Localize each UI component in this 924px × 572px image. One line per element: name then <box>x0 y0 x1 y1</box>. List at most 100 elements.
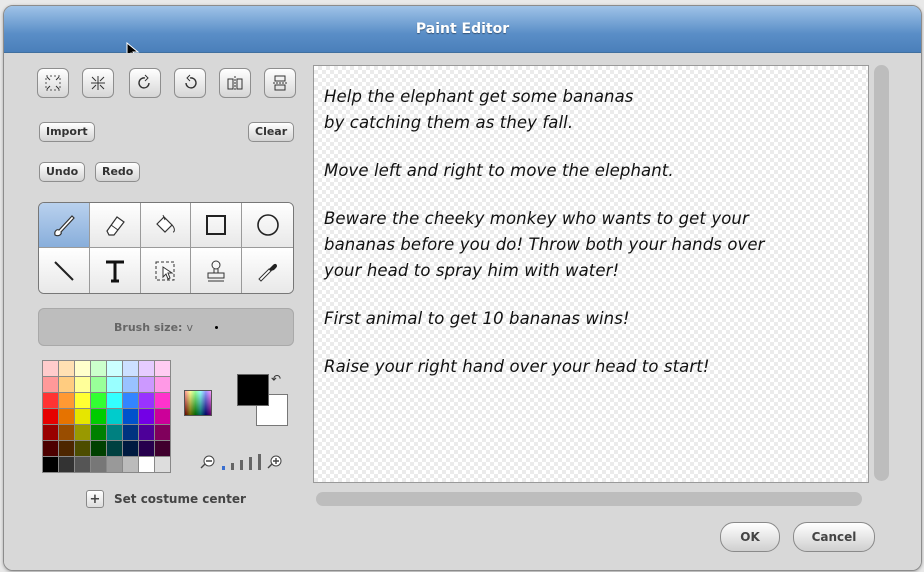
select-icon <box>155 261 175 280</box>
palette-swatch[interactable] <box>43 377 58 392</box>
zoom-level-bar[interactable] <box>231 463 234 470</box>
plus-icon[interactable]: + <box>86 490 104 508</box>
palette-swatch[interactable] <box>59 441 74 456</box>
palette-swatch[interactable] <box>155 457 170 472</box>
tool-line[interactable] <box>39 248 90 293</box>
palette-swatch[interactable] <box>139 457 154 472</box>
palette-swatch[interactable] <box>139 377 154 392</box>
palette-swatch[interactable] <box>123 425 138 440</box>
cancel-button[interactable]: Cancel <box>793 522 875 552</box>
palette-swatch[interactable] <box>123 377 138 392</box>
palette-swatch[interactable] <box>91 361 106 376</box>
palette-swatch[interactable] <box>43 441 58 456</box>
palette-swatch[interactable] <box>91 457 106 472</box>
palette-swatch[interactable] <box>107 425 122 440</box>
color-picker-spectrum[interactable] <box>184 390 212 416</box>
tool-text[interactable] <box>89 248 141 293</box>
tool-rectangle[interactable] <box>191 203 243 248</box>
flip-vertical-button[interactable] <box>264 68 296 98</box>
palette-swatch[interactable] <box>91 409 106 424</box>
tool-eyedropper[interactable] <box>242 248 293 293</box>
palette-swatch[interactable] <box>123 361 138 376</box>
title-bar[interactable]: Paint Editor <box>4 6 921 53</box>
palette-swatch[interactable] <box>107 441 122 456</box>
palette-swatch[interactable] <box>123 409 138 424</box>
palette-swatch[interactable] <box>91 425 106 440</box>
palette-swatch[interactable] <box>123 441 138 456</box>
palette-swatch[interactable] <box>155 409 170 424</box>
clear-button[interactable]: Clear <box>248 122 295 142</box>
palette-swatch[interactable] <box>59 377 74 392</box>
tool-fill[interactable] <box>140 203 192 248</box>
zoom-level-bar[interactable] <box>222 466 225 470</box>
zoom-level-bar[interactable] <box>249 457 252 470</box>
grow-icon <box>45 75 61 91</box>
palette-swatch[interactable] <box>75 457 90 472</box>
tool-paintbrush[interactable] <box>39 203 90 248</box>
palette-swatch[interactable] <box>75 393 90 408</box>
canvas-text-gap <box>324 184 864 206</box>
set-costume-center[interactable]: + Set costume center <box>86 490 246 508</box>
palette-swatch[interactable] <box>59 409 74 424</box>
zoom-in-icon[interactable] <box>267 454 283 470</box>
palette-swatch[interactable] <box>107 409 122 424</box>
palette-swatch[interactable] <box>91 377 106 392</box>
palette-swatch[interactable] <box>75 441 90 456</box>
palette-swatch[interactable] <box>43 425 58 440</box>
palette-swatch[interactable] <box>139 441 154 456</box>
foreground-color-swatch[interactable] <box>237 374 269 406</box>
palette-swatch[interactable] <box>139 409 154 424</box>
palette-swatch[interactable] <box>91 441 106 456</box>
grow-button[interactable] <box>37 68 69 98</box>
swap-colors-icon[interactable]: ↶ <box>271 372 281 386</box>
palette-swatch[interactable] <box>139 361 154 376</box>
zoom-out-icon[interactable] <box>200 454 216 470</box>
shrink-button[interactable] <box>82 68 114 98</box>
palette-swatch[interactable] <box>43 393 58 408</box>
tool-ellipse[interactable] <box>242 203 293 248</box>
palette-swatch[interactable] <box>155 425 170 440</box>
tool-stamp[interactable] <box>191 248 243 293</box>
palette-swatch[interactable] <box>75 377 90 392</box>
palette-swatch[interactable] <box>75 409 90 424</box>
drawing-canvas[interactable]: Help the elephant get some bananas by cat… <box>313 65 869 483</box>
palette-swatch[interactable] <box>43 409 58 424</box>
text-icon <box>105 260 124 282</box>
palette-swatch[interactable] <box>107 457 122 472</box>
import-button[interactable]: Import <box>39 122 95 142</box>
flip-horizontal-button[interactable] <box>219 68 251 98</box>
palette-swatch[interactable] <box>59 457 74 472</box>
palette-swatch[interactable] <box>91 393 106 408</box>
palette-swatch[interactable] <box>43 457 58 472</box>
ok-button[interactable]: OK <box>720 522 780 552</box>
palette-swatch[interactable] <box>107 377 122 392</box>
palette-swatch[interactable] <box>123 457 138 472</box>
horizontal-scrollbar[interactable] <box>316 492 862 506</box>
palette-swatch[interactable] <box>75 425 90 440</box>
zoom-level-bar[interactable] <box>240 460 243 470</box>
palette-swatch[interactable] <box>155 361 170 376</box>
palette-swatch[interactable] <box>155 393 170 408</box>
palette-swatch[interactable] <box>75 361 90 376</box>
palette-swatch[interactable] <box>59 393 74 408</box>
zoom-level-bar[interactable] <box>258 454 261 470</box>
brush-size-bar[interactable]: Brush size: v <box>38 308 294 346</box>
palette-swatch[interactable] <box>59 361 74 376</box>
undo-button[interactable]: Undo <box>39 162 86 182</box>
vertical-scrollbar[interactable] <box>874 65 889 481</box>
tool-select[interactable] <box>140 248 192 293</box>
palette-swatch[interactable] <box>139 425 154 440</box>
palette-swatch[interactable] <box>139 393 154 408</box>
palette-swatch[interactable] <box>59 425 74 440</box>
chevron-down-icon[interactable]: v <box>186 321 193 334</box>
palette-swatch[interactable] <box>123 393 138 408</box>
palette-swatch[interactable] <box>107 393 122 408</box>
rotate-right-button[interactable] <box>174 68 206 98</box>
redo-button[interactable]: Redo <box>95 162 141 182</box>
palette-swatch[interactable] <box>155 441 170 456</box>
palette-swatch[interactable] <box>107 361 122 376</box>
palette-swatch[interactable] <box>43 361 58 376</box>
palette-swatch[interactable] <box>155 377 170 392</box>
rotate-left-button[interactable] <box>129 68 161 98</box>
tool-eraser[interactable] <box>89 203 141 248</box>
